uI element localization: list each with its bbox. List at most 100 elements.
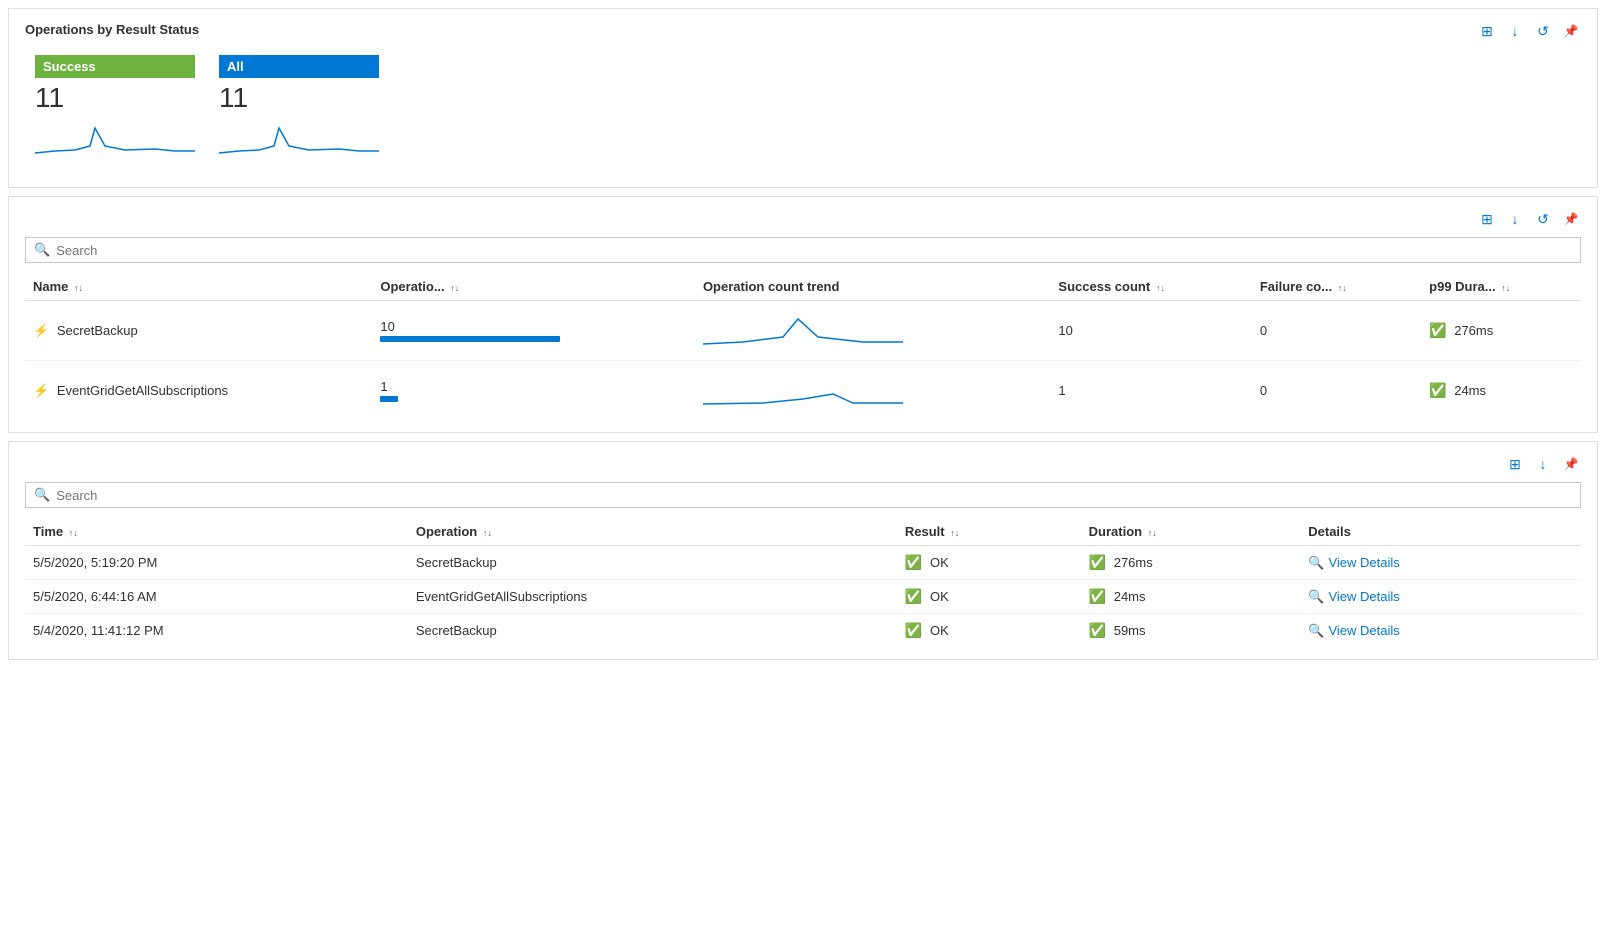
status-cards: Success 11 All 11 <box>25 49 1581 167</box>
row1-trend <box>695 301 1050 361</box>
sort-result[interactable]: ↑↓ <box>950 528 959 538</box>
operations-table: Name ↑↓ Operatio... ↑↓ Operation count t… <box>25 273 1581 420</box>
sort-name[interactable]: ↑↓ <box>74 283 83 293</box>
search-icon-mid: 🔍 <box>34 242 50 258</box>
log3-operation: SecretBackup <box>408 614 897 648</box>
middle-search-input[interactable] <box>56 243 1572 258</box>
log3-time: 5/4/2020, 11:41:12 PM <box>25 614 408 648</box>
refresh-icon[interactable]: ↺ <box>1533 21 1553 41</box>
download-icon[interactable]: ↓ <box>1505 21 1525 41</box>
middle-panel: ⊞ ↓ ↺ 📌 🔍 Name ↑↓ Operatio... ↑↓ Operati… <box>8 196 1598 433</box>
download-icon-bot[interactable]: ↓ <box>1533 454 1553 474</box>
success-sparkline <box>35 118 195 158</box>
sort-duration[interactable]: ↑↓ <box>1148 528 1157 538</box>
grid-icon[interactable]: ⊞ <box>1477 21 1497 41</box>
operations-table-body: ⚡ SecretBackup 10 10 <box>25 301 1581 421</box>
refresh-icon-mid[interactable]: ↺ <box>1533 209 1553 229</box>
success-label: Success <box>35 55 195 78</box>
bottom-panel: ⊞ ↓ 📌 🔍 Time ↑↓ Operation ↑↓ Result ↑↓ <box>8 441 1598 660</box>
grid-icon-mid[interactable]: ⊞ <box>1477 209 1497 229</box>
magnify-icon-3: 🔍 <box>1308 623 1324 639</box>
pin-icon-bot[interactable]: 📌 <box>1561 454 1581 474</box>
middle-panel-toolbar: ⊞ ↓ ↺ 📌 <box>25 209 1581 229</box>
lightning-icon-2: ⚡ <box>33 383 49 398</box>
col-time[interactable]: Time ↑↓ <box>25 518 408 546</box>
bottom-search-input[interactable] <box>56 488 1572 503</box>
top-panel-header: Operations by Result Status ⊞ ↓ ↺ 📌 <box>25 21 1581 49</box>
log1-time: 5/5/2020, 5:19:20 PM <box>25 546 408 580</box>
success-count: 11 <box>35 82 195 114</box>
log-row: 5/4/2020, 11:41:12 PM SecretBackup ✅ OK … <box>25 614 1581 648</box>
col-failure-count[interactable]: Failure co... ↑↓ <box>1252 273 1421 301</box>
row2-failure: 0 <box>1252 361 1421 421</box>
log1-details[interactable]: 🔍 View Details <box>1300 546 1581 580</box>
row1-name: ⚡ SecretBackup <box>25 301 372 361</box>
pin-icon-mid[interactable]: 📌 <box>1561 209 1581 229</box>
log2-time: 5/5/2020, 6:44:16 AM <box>25 580 408 614</box>
row2-bar <box>380 396 398 402</box>
col-name[interactable]: Name ↑↓ <box>25 273 372 301</box>
download-icon-mid[interactable]: ↓ <box>1505 209 1525 229</box>
sort-success[interactable]: ↑↓ <box>1156 283 1165 293</box>
success-card[interactable]: Success 11 <box>25 49 205 167</box>
log3-result: ✅ OK <box>897 614 1081 648</box>
check-icon-log2: ✅ <box>905 588 922 604</box>
sort-p99[interactable]: ↑↓ <box>1501 283 1510 293</box>
operations-table-header-row: Name ↑↓ Operatio... ↑↓ Operation count t… <box>25 273 1581 301</box>
log2-duration: ✅ 24ms <box>1081 580 1301 614</box>
check-icon-2: ✅ <box>1429 382 1446 398</box>
log1-operation: SecretBackup <box>408 546 897 580</box>
log3-details[interactable]: 🔍 View Details <box>1300 614 1581 648</box>
col-duration[interactable]: Duration ↑↓ <box>1081 518 1301 546</box>
view-details-link-3[interactable]: 🔍 View Details <box>1308 623 1573 639</box>
sort-failure[interactable]: ↑↓ <box>1338 283 1347 293</box>
all-card[interactable]: All 11 <box>209 49 389 167</box>
table-row: ⚡ EventGridGetAllSubscriptions 1 1 <box>25 361 1581 421</box>
log3-duration: ✅ 59ms <box>1081 614 1301 648</box>
log-row: 5/5/2020, 6:44:16 AM EventGridGetAllSubs… <box>25 580 1581 614</box>
sort-time[interactable]: ↑↓ <box>69 528 78 538</box>
log1-duration: ✅ 276ms <box>1081 546 1301 580</box>
col-operation[interactable]: Operation ↑↓ <box>408 518 897 546</box>
bottom-search-bar[interactable]: 🔍 <box>25 482 1581 508</box>
row1-p99: ✅ 276ms <box>1421 301 1581 361</box>
col-p99[interactable]: p99 Dura... ↑↓ <box>1421 273 1581 301</box>
check-icon-1: ✅ <box>1429 322 1446 338</box>
log-table-header-row: Time ↑↓ Operation ↑↓ Result ↑↓ Duration … <box>25 518 1581 546</box>
grid-icon-bot[interactable]: ⊞ <box>1505 454 1525 474</box>
bottom-panel-toolbar: ⊞ ↓ 📌 <box>25 454 1581 474</box>
row1-bar-container: 10 <box>380 319 687 342</box>
log2-operation: EventGridGetAllSubscriptions <box>408 580 897 614</box>
check-icon-dur3: ✅ <box>1089 622 1106 638</box>
check-icon-dur2: ✅ <box>1089 588 1106 604</box>
sort-operation[interactable]: ↑↓ <box>483 528 492 538</box>
log-table: Time ↑↓ Operation ↑↓ Result ↑↓ Duration … <box>25 518 1581 647</box>
col-success-count[interactable]: Success count ↑↓ <box>1050 273 1251 301</box>
col-result[interactable]: Result ↑↓ <box>897 518 1081 546</box>
magnify-icon-2: 🔍 <box>1308 589 1324 605</box>
middle-search-bar[interactable]: 🔍 <box>25 237 1581 263</box>
view-details-link-1[interactable]: 🔍 View Details <box>1308 555 1573 571</box>
check-icon-dur1: ✅ <box>1089 554 1106 570</box>
all-label: All <box>219 55 379 78</box>
view-details-link-2[interactable]: 🔍 View Details <box>1308 589 1573 605</box>
row1-bar <box>380 336 560 342</box>
check-icon-log1: ✅ <box>905 554 922 570</box>
col-trend[interactable]: Operation count trend <box>695 273 1050 301</box>
top-panel-title: Operations by Result Status <box>25 22 199 37</box>
sort-opcount[interactable]: ↑↓ <box>450 283 459 293</box>
log2-details[interactable]: 🔍 View Details <box>1300 580 1581 614</box>
col-operation-count[interactable]: Operatio... ↑↓ <box>372 273 695 301</box>
pin-icon[interactable]: 📌 <box>1561 21 1581 41</box>
row2-p99: ✅ 24ms <box>1421 361 1581 421</box>
table-row: ⚡ SecretBackup 10 10 <box>25 301 1581 361</box>
row2-trend <box>695 361 1050 421</box>
all-sparkline <box>219 118 379 158</box>
row1-opcount: 10 <box>372 301 695 361</box>
magnify-icon-1: 🔍 <box>1308 555 1324 571</box>
row2-opcount: 1 <box>372 361 695 421</box>
col-details: Details <box>1300 518 1581 546</box>
row1-success: 10 <box>1050 301 1251 361</box>
operations-table-head: Name ↑↓ Operatio... ↑↓ Operation count t… <box>25 273 1581 301</box>
top-panel: Operations by Result Status ⊞ ↓ ↺ 📌 Succ… <box>8 8 1598 188</box>
